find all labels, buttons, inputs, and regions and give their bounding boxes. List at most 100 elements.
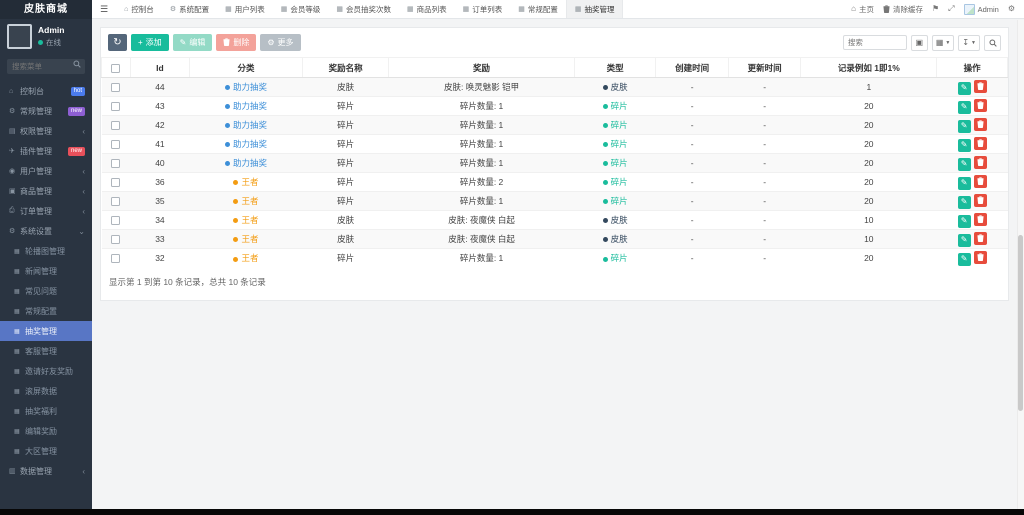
view-toggle-button[interactable]: ▣: [910, 34, 928, 51]
gears-icon: ⚙: [9, 108, 16, 115]
tab-user-list[interactable]: ▦ 用户列表: [217, 0, 273, 18]
select-all-checkbox[interactable]: [111, 63, 121, 73]
row-edit-button[interactable]: ✎: [957, 81, 971, 95]
row-delete-button[interactable]: [973, 231, 987, 245]
edit-button[interactable]: ✎ 编辑: [172, 34, 213, 51]
sidebar-item-dashboard[interactable]: ⌂ 控制台 hot: [0, 81, 92, 101]
scrollbar-track[interactable]: [1017, 20, 1024, 509]
row-checkbox[interactable]: [111, 121, 121, 131]
sidebar-item-system[interactable]: ⚙ 系统设置 ⌄: [0, 221, 92, 241]
row-delete-button[interactable]: [973, 212, 987, 226]
row-edit-button[interactable]: ✎: [957, 214, 971, 228]
admin-menu[interactable]: Admin: [963, 3, 999, 15]
tab-order-list[interactable]: ▦ 订单列表: [455, 0, 511, 18]
sidebar-item-database[interactable]: ▥ 数据管理 ‹: [0, 461, 92, 481]
delete-button[interactable]: 删除: [216, 34, 257, 51]
row-select-cell: [101, 229, 131, 249]
row-edit-button[interactable]: ✎: [957, 195, 971, 209]
sidebar-item-addon[interactable]: ✈ 插件管理 new: [0, 141, 92, 161]
row-delete-button[interactable]: [973, 155, 987, 169]
menu-toggle-icon[interactable]: ☰: [92, 4, 116, 15]
sidebar-subitem-label: 编辑奖励: [25, 426, 57, 436]
admin-username: Admin: [977, 4, 999, 14]
row-delete-button[interactable]: [973, 250, 987, 264]
sidebar-menu: ⌂ 控制台 hot ⚙ 常规管理 new ▤ 权限管理 ‹ ✈ 插件管理 new ◉ 用户管理 ‹ ▣ 商品管理…: [0, 81, 92, 481]
tab-system-config[interactable]: ⚙ 系统配置: [162, 0, 217, 18]
cell-updated: -: [728, 229, 801, 249]
sidebar-subitem-banner[interactable]: ▦ 轮播图管理: [0, 241, 92, 261]
add-button[interactable]: + 添加: [131, 34, 169, 51]
type-dot-icon: [602, 256, 608, 262]
sidebar-subitem-faq[interactable]: ▦ 常见问题: [0, 281, 92, 301]
home-link[interactable]: ⌂ 主页: [851, 4, 874, 15]
tab-general-config[interactable]: ▦ 常规配置: [510, 0, 566, 18]
sidebar-subitem-invite-reward[interactable]: ▦ 邀请好友奖励: [0, 361, 92, 381]
tab-lottery-manage[interactable]: ▦ 抽奖管理: [565, 0, 624, 18]
sidebar-item-user[interactable]: ◉ 用户管理 ‹: [0, 161, 92, 181]
sidebar-subitem-region[interactable]: ▦ 大区管理: [0, 441, 92, 461]
cell-created: -: [655, 77, 729, 97]
scrollbar-thumb[interactable]: [1018, 235, 1023, 412]
cell-reward-name: 碎片: [302, 172, 389, 192]
sidebar-subitem-config[interactable]: ▦ 常规配置: [0, 301, 92, 321]
tab-member-level[interactable]: ▦ 会员等级: [273, 0, 329, 18]
refresh-button[interactable]: ↻: [108, 34, 127, 51]
sidebar-subitem-service[interactable]: ▦ 客服管理: [0, 341, 92, 361]
sidebar-item-general[interactable]: ⚙ 常规管理 new: [0, 101, 92, 121]
edit-button-label: 编辑: [189, 38, 206, 47]
user-avatar[interactable]: [7, 24, 32, 49]
cell-rate: 20: [800, 134, 937, 154]
row-delete-button[interactable]: [973, 79, 987, 93]
row-checkbox[interactable]: [111, 83, 121, 93]
row-delete-button[interactable]: [973, 193, 987, 207]
cell-rate: 1: [800, 77, 937, 97]
cell-category: 助力抽奖: [189, 115, 303, 135]
tab-dashboard[interactable]: ⌂ 控制台: [116, 0, 162, 18]
sidebar-item-goods[interactable]: ▣ 商品管理 ‹: [0, 181, 92, 201]
row-checkbox[interactable]: [111, 235, 121, 245]
sidebar-subitem-scroll-data[interactable]: ▦ 滚屏数据: [0, 381, 92, 401]
search-button[interactable]: [984, 34, 1001, 51]
row-edit-button[interactable]: ✎: [957, 157, 971, 171]
cell-type: 皮肤: [574, 77, 656, 97]
table-search-input[interactable]: [842, 35, 907, 50]
row-edit-button[interactable]: ✎: [957, 100, 971, 114]
row-checkbox[interactable]: [111, 102, 121, 112]
row-delete-button[interactable]: [973, 136, 987, 150]
row-checkbox[interactable]: [111, 216, 121, 226]
column-header: 创建时间: [655, 57, 729, 78]
row-edit-button[interactable]: ✎: [957, 119, 971, 133]
submenu-icon: ▦: [14, 308, 20, 315]
columns-dropdown-button[interactable]: ▦ ▼: [931, 34, 955, 51]
tab-member-lottery-times[interactable]: ▦ 会员抽奖次数: [328, 0, 399, 18]
row-edit-button[interactable]: ✎: [957, 233, 971, 247]
row-checkbox[interactable]: [111, 140, 121, 150]
row-delete-button[interactable]: [973, 117, 987, 131]
sidebar-subitem-lottery-welfare[interactable]: ▦ 抽奖福利: [0, 401, 92, 421]
row-checkbox[interactable]: [111, 254, 121, 264]
row-edit-button[interactable]: ✎: [957, 252, 971, 266]
cell-id: 42: [130, 115, 190, 135]
sidebar-subitem-lottery[interactable]: ▦ 抽奖管理: [0, 321, 92, 341]
cell-updated: -: [728, 115, 801, 135]
row-edit-button[interactable]: ✎: [957, 176, 971, 190]
clear-cache-button[interactable]: 清除缓存: [883, 4, 923, 15]
sidebar-item-order[interactable]: ⎙ 订单管理 ‹: [0, 201, 92, 221]
tab-goods-list[interactable]: ▦ 商品列表: [399, 0, 455, 18]
sidebar-subitem-news[interactable]: ▦ 新闻管理: [0, 261, 92, 281]
row-checkbox[interactable]: [111, 159, 121, 169]
row-delete-button[interactable]: [973, 98, 987, 112]
row-delete-button[interactable]: [973, 174, 987, 188]
category-dot-icon: [233, 199, 239, 205]
row-edit-button[interactable]: ✎: [957, 138, 971, 152]
sidebar-subitem-edit-reward[interactable]: ▦ 编辑奖励: [0, 421, 92, 441]
row-checkbox[interactable]: [111, 197, 121, 207]
cell-category: 助力抽奖: [189, 77, 303, 97]
more-button[interactable]: ⚙ 更多: [260, 34, 301, 51]
row-checkbox[interactable]: [111, 178, 121, 188]
sidebar-item-auth[interactable]: ▤ 权限管理 ‹: [0, 121, 92, 141]
category-dot-icon: [224, 142, 230, 148]
export-dropdown-button[interactable]: ↧ ▼: [958, 34, 980, 51]
cell-operations: ✎: [936, 229, 1008, 249]
cell-reward: 碎片数量: 1: [388, 191, 575, 211]
